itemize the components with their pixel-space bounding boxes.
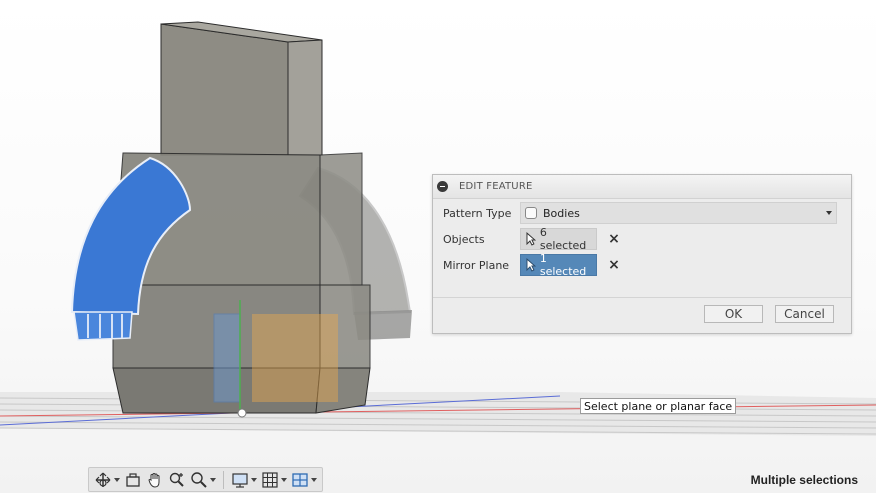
pattern-type-select[interactable]: Bodies: [520, 202, 837, 224]
objects-label: Objects: [443, 232, 485, 246]
pattern-type-value: Bodies: [543, 206, 580, 220]
chevron-down-icon: [210, 477, 216, 482]
orbit-icon[interactable]: [92, 469, 122, 491]
dialog-header[interactable]: EDIT FEATURE: [433, 175, 851, 199]
bodies-icon: [525, 207, 537, 219]
chevron-down-icon: [826, 211, 832, 215]
objects-selection-button[interactable]: 6 selected: [520, 226, 597, 252]
edit-feature-dialog: EDIT FEATURE Pattern Type Bodies Objects…: [432, 174, 852, 334]
mirror-plane-row: Mirror Plane 1 selected ×: [443, 252, 621, 278]
objects-count: 6 selected: [539, 226, 587, 252]
cursor-icon: [526, 232, 536, 246]
clear-mirror-plane-icon[interactable]: ×: [607, 258, 621, 272]
grid-settings-icon[interactable]: [259, 469, 289, 491]
pan-icon[interactable]: [144, 469, 166, 491]
cursor-icon: [526, 258, 536, 272]
chevron-down-icon: [114, 477, 120, 482]
look-at-icon[interactable]: [122, 469, 144, 491]
navigation-toolbar: [88, 467, 323, 492]
cancel-button[interactable]: Cancel: [775, 305, 834, 323]
mirror-plane-count: 1 selected: [539, 252, 587, 278]
pattern-type-row: Pattern Type Bodies: [443, 202, 837, 224]
selection-tooltip: Select plane or planar face: [580, 398, 737, 414]
mirror-plane[interactable]: [213, 300, 338, 418]
status-text: Multiple selections: [750, 473, 858, 487]
fit-icon[interactable]: [188, 469, 218, 491]
ok-button[interactable]: OK: [704, 305, 763, 323]
mirror-plane-label: Mirror Plane: [443, 258, 510, 272]
display-settings-icon[interactable]: [229, 469, 259, 491]
viewports-icon[interactable]: [289, 469, 319, 491]
collapse-icon[interactable]: [437, 181, 448, 192]
objects-row: Objects 6 selected ×: [443, 226, 621, 252]
pattern-type-label: Pattern Type: [443, 206, 512, 220]
zoom-icon[interactable]: [166, 469, 188, 491]
dialog-title: EDIT FEATURE: [459, 181, 533, 192]
toolbar-divider: [223, 470, 224, 489]
head-body[interactable]: [160, 21, 323, 156]
chevron-down-icon: [311, 477, 317, 482]
clear-objects-icon[interactable]: ×: [607, 232, 621, 246]
chevron-down-icon: [281, 477, 287, 482]
mirror-plane-selection-button[interactable]: 1 selected: [520, 252, 597, 278]
chevron-down-icon: [251, 477, 257, 482]
dialog-footer: OK Cancel: [433, 297, 851, 333]
